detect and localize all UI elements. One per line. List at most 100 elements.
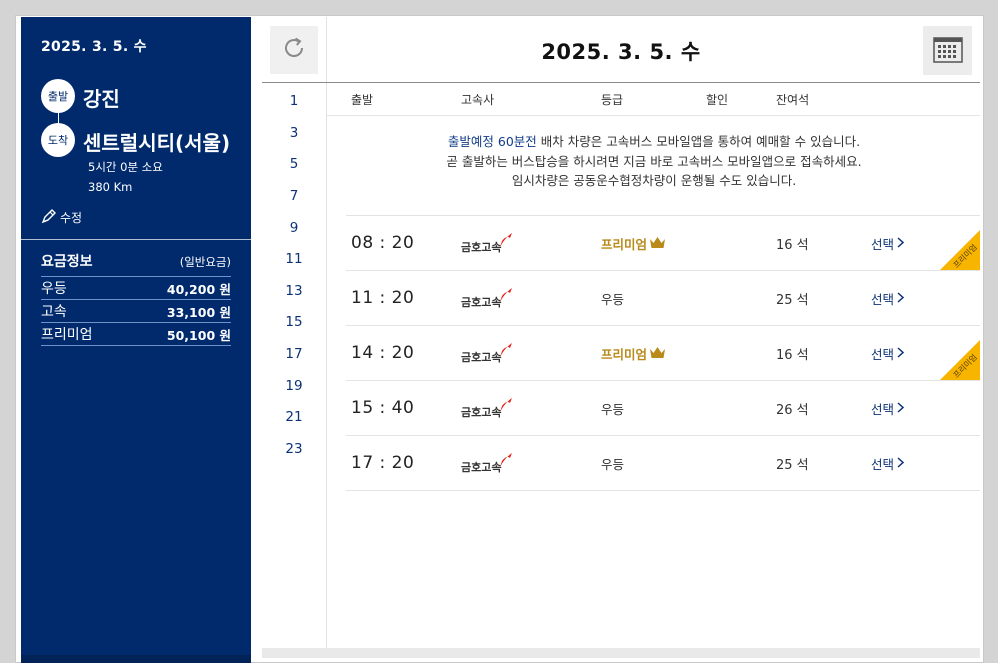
notice-line-1: 출발예정 60분전 배차 차량은 고속버스 모바일앱을 통하여 예매할 수 있습…: [327, 132, 981, 152]
bus-grade: 우등: [601, 399, 624, 418]
schedule-list: 08 : 20 금호고속 프리미엄 16 석 선택 프리미엄 11 : 20 금…: [346, 215, 980, 491]
departure-time: 11 : 20: [351, 288, 415, 308]
fare-amount: 50,100 원: [166, 327, 231, 343]
bus-company: 금호고속: [461, 287, 513, 310]
select-button[interactable]: 선택: [871, 454, 905, 473]
mobile-app-notice: 출발예정 60분전 배차 차량은 고속버스 모바일앱을 통하여 예매할 수 있습…: [327, 132, 981, 191]
notice-highlight: 출발예정 60분전: [447, 134, 537, 149]
hour-filter-item[interactable]: 1: [262, 93, 326, 109]
column-header-discount: 할인: [706, 93, 729, 107]
bus-company: 금호고속: [461, 232, 513, 255]
schedule-row[interactable]: 11 : 20 금호고속 우등 25 석 선택: [346, 271, 980, 326]
remaining-seats: 16 석: [776, 348, 809, 363]
company-name: 금호고속: [461, 406, 502, 419]
fare-row: 우등 40,200 원: [41, 277, 231, 300]
arrival-badge: 도착: [41, 123, 75, 157]
fare-header: 요금정보 (일반요금): [41, 251, 231, 271]
remaining-seats: 26 석: [776, 403, 809, 418]
fare-grade: 우등: [41, 281, 67, 297]
edit-route-button[interactable]: 수정: [41, 208, 82, 227]
remaining-seats: 16 석: [776, 238, 809, 253]
notice-line-2: 곧 출발하는 버스탑승을 하시려면 지금 바로 고속버스 모바일앱으로 접속하세…: [446, 153, 862, 169]
hour-filter-item[interactable]: 21: [262, 409, 326, 425]
departure-badge: 출발: [41, 79, 75, 113]
notice-line-3: 임시차량은 공동운수협정차량이 운행될 수도 있습니다.: [511, 173, 797, 188]
schedule-date: 2025. 3. 5. 수: [541, 40, 701, 64]
chevron-right-icon: [897, 291, 905, 306]
fare-title: 요금정보: [41, 254, 93, 270]
premium-ribbon: 프리미엄: [940, 340, 980, 380]
fare-subtitle: (일반요금): [179, 255, 231, 269]
select-label: 선택: [871, 347, 895, 362]
select-button[interactable]: 선택: [871, 344, 905, 363]
header-divider: [262, 82, 980, 83]
schedule-row[interactable]: 08 : 20 금호고속 프리미엄 16 석 선택 프리미엄: [346, 216, 980, 271]
grade-name: 우등: [601, 292, 625, 307]
calendar-icon: [932, 35, 963, 67]
notice-line-1-text: 배차 차량은 고속버스 모바일앱을 통하여 예매할 수 있습니다.: [536, 134, 861, 149]
hour-filter-item[interactable]: 11: [262, 251, 326, 267]
arrival-place: 센트럴시티(서울): [83, 131, 231, 155]
fare-grade: 프리미엄: [41, 327, 93, 343]
chevron-right-icon: [897, 456, 905, 471]
bus-grade: 프리미엄: [601, 344, 666, 363]
kumho-logo-icon: [500, 287, 513, 310]
bus-company: 금호고속: [461, 452, 513, 475]
remaining-seats: 25 석: [776, 293, 809, 308]
bus-grade: 우등: [601, 454, 624, 473]
select-label: 선택: [871, 292, 895, 307]
bus-grade: 우등: [601, 289, 624, 308]
hour-filter-item[interactable]: 5: [262, 156, 326, 172]
departure-place: 강진: [83, 87, 120, 111]
select-button[interactable]: 선택: [871, 234, 905, 253]
select-label: 선택: [871, 402, 895, 417]
fare-row: 고속 33,100 원: [41, 300, 231, 323]
select-label: 선택: [871, 457, 895, 472]
hour-filter-item[interactable]: 9: [262, 220, 326, 236]
horizontal-scrollbar[interactable]: [262, 648, 980, 658]
column-header-company: 고속사: [461, 93, 495, 107]
grade-name: 우등: [601, 402, 625, 417]
bus-company: 금호고속: [461, 397, 513, 420]
fare-row: 프리미엄 50,100 원: [41, 323, 231, 346]
hour-column-divider: [326, 17, 327, 657]
column-header-departure: 출발: [351, 93, 374, 107]
grade-name: 우등: [601, 457, 625, 472]
kumho-logo-icon: [500, 232, 513, 255]
column-header-seats: 잔여석: [776, 93, 810, 107]
fare-grade: 고속: [41, 304, 67, 320]
hour-filter-item[interactable]: 15: [262, 314, 326, 330]
hour-filter-item[interactable]: 13: [262, 283, 326, 299]
hour-filter-item[interactable]: 23: [262, 441, 326, 457]
bus-company: 금호고속: [461, 342, 513, 365]
edit-label: 수정: [60, 211, 83, 225]
company-name: 금호고속: [461, 241, 502, 254]
schedule-row[interactable]: 14 : 20 금호고속 프리미엄 16 석 선택 프리미엄: [346, 326, 980, 381]
kumho-logo-icon: [500, 342, 513, 365]
select-button[interactable]: 선택: [871, 289, 905, 308]
select-label: 선택: [871, 237, 895, 252]
column-header-grade: 등급: [601, 93, 624, 107]
schedule-row[interactable]: 15 : 40 금호고속 우등 26 석 선택: [346, 381, 980, 436]
fare-amount: 40,200 원: [166, 281, 231, 297]
select-button[interactable]: 선택: [871, 399, 905, 418]
departure-time: 15 : 40: [351, 398, 415, 418]
sidebar-bottom-edge: [21, 655, 251, 663]
hour-filter-item[interactable]: 3: [262, 125, 326, 141]
schedule-row[interactable]: 17 : 20 금호고속 우등 25 석 선택: [346, 436, 980, 491]
trip-distance: 380 Km: [88, 180, 133, 194]
departure-time: 08 : 20: [351, 233, 415, 253]
company-name: 금호고속: [461, 351, 502, 364]
crown-icon: [649, 346, 666, 362]
calendar-button[interactable]: [923, 26, 972, 75]
trip-duration: 5시간 0분 소요: [88, 160, 163, 174]
route-summary-panel: 2025. 3. 5. 수 출발 강진 도착 센트럴시티(서울) 5시간 0분 …: [21, 17, 251, 663]
hour-filter-item[interactable]: 19: [262, 378, 326, 394]
sidebar-date: 2025. 3. 5. 수: [41, 39, 147, 55]
hour-filter-item[interactable]: 7: [262, 188, 326, 204]
hour-filter-item[interactable]: 17: [262, 346, 326, 362]
fare-amount: 33,100 원: [166, 304, 231, 320]
crown-icon: [649, 236, 666, 252]
premium-ribbon: 프리미엄: [940, 230, 980, 270]
chevron-right-icon: [897, 236, 905, 251]
